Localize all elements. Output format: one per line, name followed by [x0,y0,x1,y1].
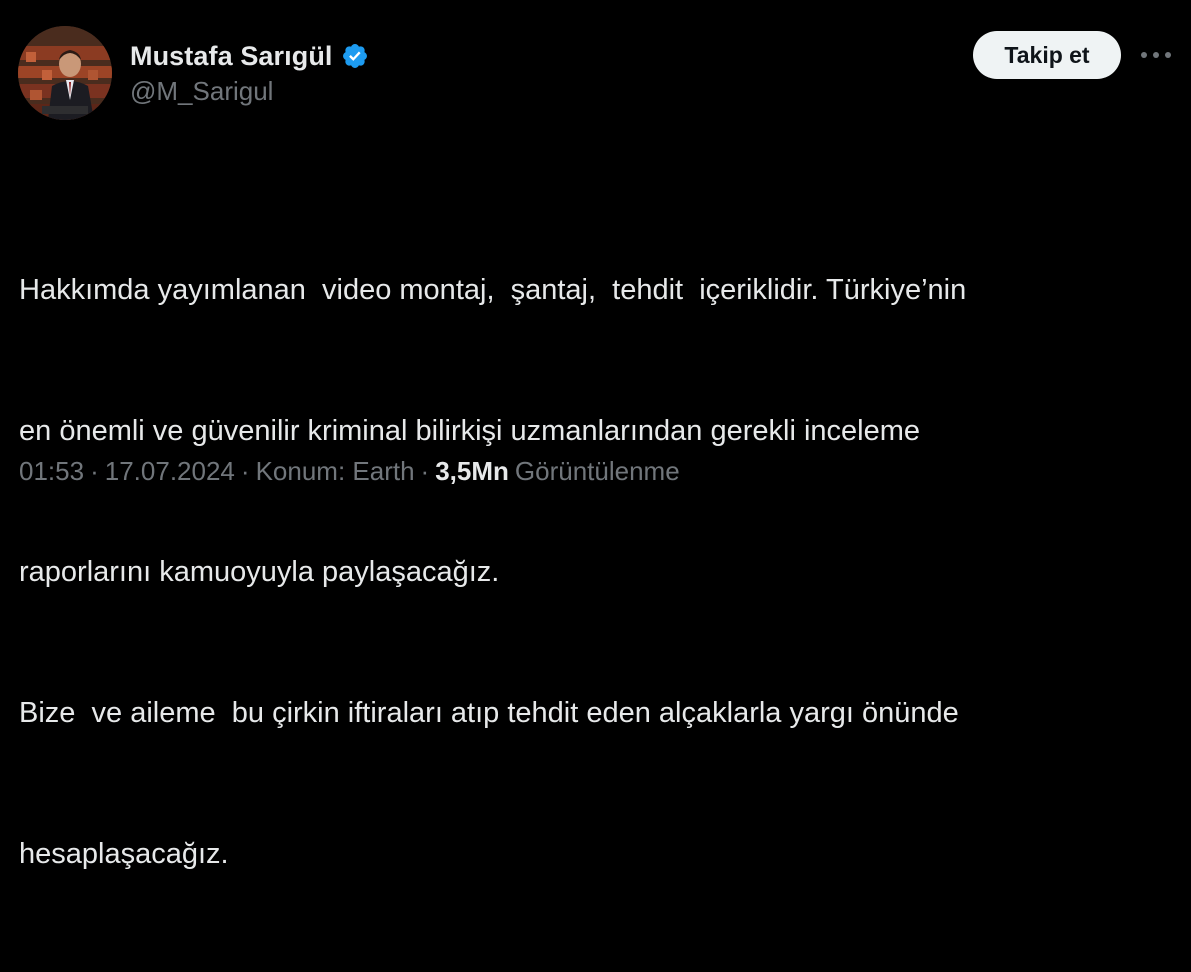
avatar[interactable] [18,26,112,120]
follow-button[interactable]: Takip et [973,31,1121,79]
tweet-text: Hakkımda yayımlanan video montaj, şantaj… [19,173,1169,972]
display-name[interactable]: Mustafa Sarıgül [130,41,333,72]
more-options-button[interactable] [1136,40,1176,70]
tweet-meta: 01:53 · 17.07.2024 · Konum: Earth · 3,5M… [19,456,680,487]
meta-separator: · [90,456,99,486]
tweet-text-line: Bize ve aileme bu çirkin iftiraları atıp… [19,697,959,729]
views-label: Görüntülenme [514,456,680,486]
meta-separator: · [240,456,250,486]
tweet-card: Mustafa Sarıgül @M_Sarigul Takip et Hakk… [0,0,1191,870]
more-horizontal-icon [1141,52,1171,58]
tweet-date[interactable]: 17.07.2024 [105,456,235,487]
tweet-time[interactable]: 01:53 [19,456,84,487]
views-count[interactable]: 3,5Mn [435,456,509,487]
tweet-text-line: en önemli ve güvenilir kriminal bilirkiş… [19,415,920,447]
meta-separator: · [420,456,430,486]
name-row: Mustafa Sarıgül [130,40,369,72]
tweet-text-line: Hakkımda yayımlanan video montaj, şantaj… [19,274,967,306]
tweet-text-line: raporlarını kamuoyuyla paylaşacağız. [19,556,500,588]
user-handle[interactable]: @M_Sarigul [130,76,273,107]
profile-photo-icon [18,26,112,120]
tweet-text-line: hesaplaşacağız. [19,838,229,870]
tweet-location: Konum: Earth [255,456,415,486]
verified-badge-icon[interactable] [341,42,369,70]
